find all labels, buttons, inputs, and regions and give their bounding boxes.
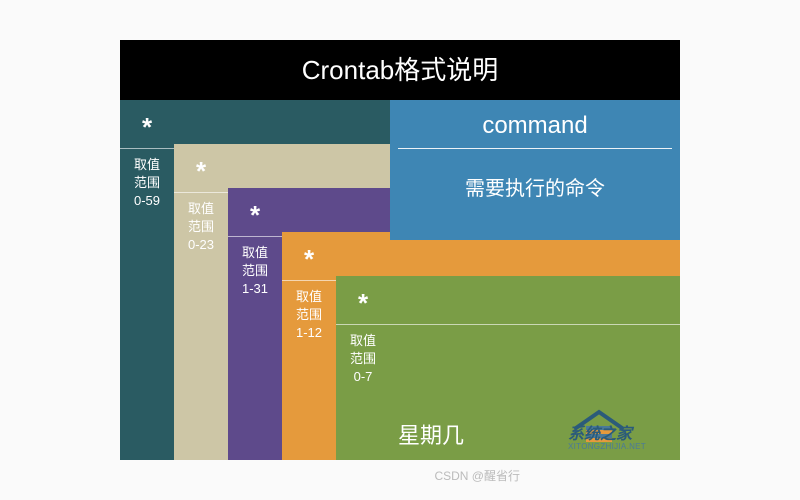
command-description: 需要执行的命令 [390, 172, 680, 201]
field-range: 取值 范围 0-59 [120, 156, 174, 211]
divider-line [398, 148, 672, 149]
field-range: 取值 范围 1-31 [228, 244, 282, 299]
field-label: 星期几 [398, 418, 464, 450]
watermark-text: 系统之家 XITONGZHIJIA.NET [568, 426, 674, 452]
crontab-diagram: * 取值 范围 0-59 * 取值 范围 0-23 小时 * 取值 范围 [120, 100, 680, 460]
field-range: 取值 范围 0-7 [336, 332, 390, 387]
divider-line [336, 324, 680, 325]
command-header: command [390, 112, 680, 140]
field-range: 取值 范围 1-12 [282, 288, 336, 343]
attribution-text: CSDN @醒省行 [434, 467, 520, 484]
diagram-frame: Crontab格式说明 * 取值 范围 0-59 * 取值 范围 0-23 小时 [120, 40, 680, 460]
field-command: command 需要执行的命令 [390, 100, 680, 240]
field-star: * [336, 288, 390, 319]
title-bar: Crontab格式说明 [120, 40, 680, 100]
field-star: * [282, 244, 336, 275]
title-text: Crontab格式说明 [302, 55, 499, 85]
field-range: 取值 范围 0-23 [174, 200, 228, 255]
field-star: * [120, 112, 174, 143]
field-star: * [228, 200, 282, 231]
field-star: * [174, 156, 228, 187]
